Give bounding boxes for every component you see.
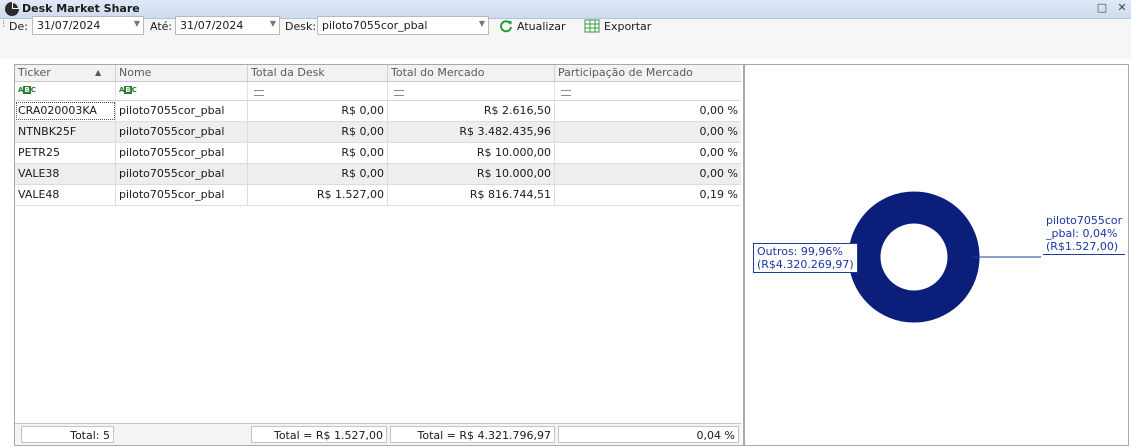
text-filter-icon[interactable]: ABC — [18, 86, 36, 94]
filter-cell-participacao[interactable] — [555, 82, 741, 100]
table-row[interactable]: VALE38 piloto7055cor_pbal R$ 0,00 R$ 10.… — [15, 164, 741, 185]
column-header-participacao[interactable]: Participação de Mercado — [555, 65, 741, 81]
chevron-down-icon[interactable]: ▼ — [134, 19, 140, 28]
column-header-total-desk[interactable]: Total da Desk — [248, 65, 388, 81]
cell-nome[interactable]: piloto7055cor_pbal — [116, 143, 248, 163]
to-date-value: 31/07/2024 — [180, 19, 244, 32]
callout-outros-line-1: Outros: 99,96% — [757, 245, 843, 258]
footer-total-mercado: Total = R$ 4.321.796,97 — [390, 426, 555, 443]
cell-total-mercado[interactable]: R$ 10.000,00 — [388, 143, 555, 163]
equals-filter-icon[interactable] — [394, 90, 404, 96]
maximize-button[interactable]: □ — [1095, 1, 1109, 15]
cell-participacao[interactable]: 0,00 % — [555, 143, 741, 163]
footer-total-desk: Total = R$ 1.527,00 — [251, 426, 387, 443]
callout-piloto-line-1: piloto7055cor — [1046, 214, 1123, 227]
footer-count: Total: 5 — [21, 426, 114, 443]
text-filter-icon[interactable]: ABC — [119, 86, 137, 94]
table-row[interactable]: PETR25 piloto7055cor_pbal R$ 0,00 R$ 10.… — [15, 143, 741, 164]
filter-cell-total-mercado[interactable] — [388, 82, 555, 100]
from-date-label: De: — [9, 20, 28, 33]
export-button-label: Exportar — [604, 19, 652, 33]
cell-total-desk[interactable]: R$ 1.527,00 — [248, 185, 388, 205]
cell-participacao[interactable]: 0,19 % — [555, 185, 741, 205]
to-date-picker[interactable]: 31/07/2024 ▼ — [175, 16, 280, 35]
callout-piloto-line-3: (R$1.527,00) — [1046, 240, 1119, 253]
cell-total-mercado[interactable]: R$ 2.616,50 — [388, 101, 555, 121]
cell-participacao[interactable]: 0,00 % — [555, 164, 741, 184]
desk-select-value: piloto7055cor_pbal — [322, 19, 428, 32]
table-row[interactable]: VALE48 piloto7055cor_pbal R$ 1.527,00 R$… — [15, 185, 741, 206]
cell-ticker[interactable]: CRA020003KA — [15, 101, 116, 121]
cell-ticker[interactable]: VALE38 — [15, 164, 116, 184]
table-row[interactable]: CRA020003KA piloto7055cor_pbal R$ 0,00 R… — [15, 101, 741, 122]
spreadsheet-export-icon — [584, 19, 600, 33]
refresh-button[interactable]: Atualizar — [499, 17, 566, 35]
cell-nome[interactable]: piloto7055cor_pbal — [116, 164, 248, 184]
desk-select[interactable]: piloto7055cor_pbal ▼ — [317, 16, 489, 35]
chevron-down-icon[interactable]: ▼ — [270, 19, 276, 28]
to-date-label: Até: — [150, 20, 173, 33]
window-title: Desk Market Share — [22, 2, 140, 15]
from-date-picker[interactable]: 31/07/2024 ▼ — [32, 16, 144, 35]
cell-participacao[interactable]: 0,00 % — [555, 101, 741, 121]
filter-cell-ticker[interactable]: ABC — [15, 82, 116, 100]
market-share-grid: Ticker ▲ Nome Total da Desk Total do Mer… — [14, 64, 744, 446]
callout-piloto: piloto7055cor _pbal: 0,04% (R$1.527,00) — [1043, 213, 1126, 255]
cell-total-desk[interactable]: R$ 0,00 — [248, 164, 388, 184]
cell-total-mercado[interactable]: R$ 10.000,00 — [388, 164, 555, 184]
chart-panel: Outros: 99,96% (R$4.320.269,97) piloto70… — [744, 64, 1129, 446]
filter-row: ABC ABC — [15, 82, 741, 101]
cell-total-mercado[interactable]: R$ 3.482.435,96 — [388, 122, 555, 142]
cell-ticker[interactable]: PETR25 — [15, 143, 116, 163]
cell-total-mercado[interactable]: R$ 816.744,51 — [388, 185, 555, 205]
cell-nome[interactable]: piloto7055cor_pbal — [116, 185, 248, 205]
cell-ticker[interactable]: NTNBK25F — [15, 122, 116, 142]
chevron-down-icon[interactable]: ▼ — [479, 19, 485, 28]
filter-cell-total-desk[interactable] — [248, 82, 388, 100]
filter-cell-nome[interactable]: ABC — [116, 82, 248, 100]
cell-nome[interactable]: piloto7055cor_pbal — [116, 101, 248, 121]
pie-chart-app-icon — [5, 2, 19, 16]
export-button[interactable]: Exportar — [584, 17, 651, 35]
toolbar-grip-icon[interactable]: ⁝ — [2, 19, 5, 30]
footer-participacao: 0,04 % — [558, 426, 739, 443]
sort-ascending-icon[interactable]: ▲ — [95, 65, 101, 81]
cell-ticker[interactable]: VALE48 — [15, 185, 116, 205]
callout-outros: Outros: 99,96% (R$4.320.269,97) — [753, 243, 858, 273]
cell-total-desk[interactable]: R$ 0,00 — [248, 122, 388, 142]
equals-filter-icon[interactable] — [254, 90, 264, 96]
table-row[interactable]: NTNBK25F piloto7055cor_pbal R$ 0,00 R$ 3… — [15, 122, 741, 143]
cell-total-desk[interactable]: R$ 0,00 — [248, 101, 388, 121]
desk-label: Desk: — [285, 20, 317, 33]
grid-header-row: Ticker ▲ Nome Total da Desk Total do Mer… — [15, 65, 741, 82]
from-date-value: 31/07/2024 — [37, 19, 101, 32]
cell-participacao[interactable]: 0,00 % — [555, 122, 741, 142]
cell-total-desk[interactable]: R$ 0,00 — [248, 143, 388, 163]
refresh-button-label: Atualizar — [517, 19, 566, 33]
column-header-nome[interactable]: Nome — [116, 65, 248, 81]
column-header-ticker-label: Ticker — [18, 66, 51, 79]
refresh-icon — [500, 20, 512, 33]
grid-footer: Total: 5 Total = R$ 1.527,00 Total = R$ … — [15, 423, 741, 445]
callout-outros-line-2: (R$4.320.269,97) — [757, 258, 854, 271]
callout-piloto-line-2: _pbal: 0,04% — [1046, 227, 1118, 240]
column-header-total-mercado[interactable]: Total do Mercado — [388, 65, 555, 81]
equals-filter-icon[interactable] — [561, 90, 571, 96]
close-button[interactable]: ✕ — [1115, 1, 1129, 15]
column-header-ticker[interactable]: Ticker ▲ — [15, 65, 116, 81]
cell-nome[interactable]: piloto7055cor_pbal — [116, 122, 248, 142]
